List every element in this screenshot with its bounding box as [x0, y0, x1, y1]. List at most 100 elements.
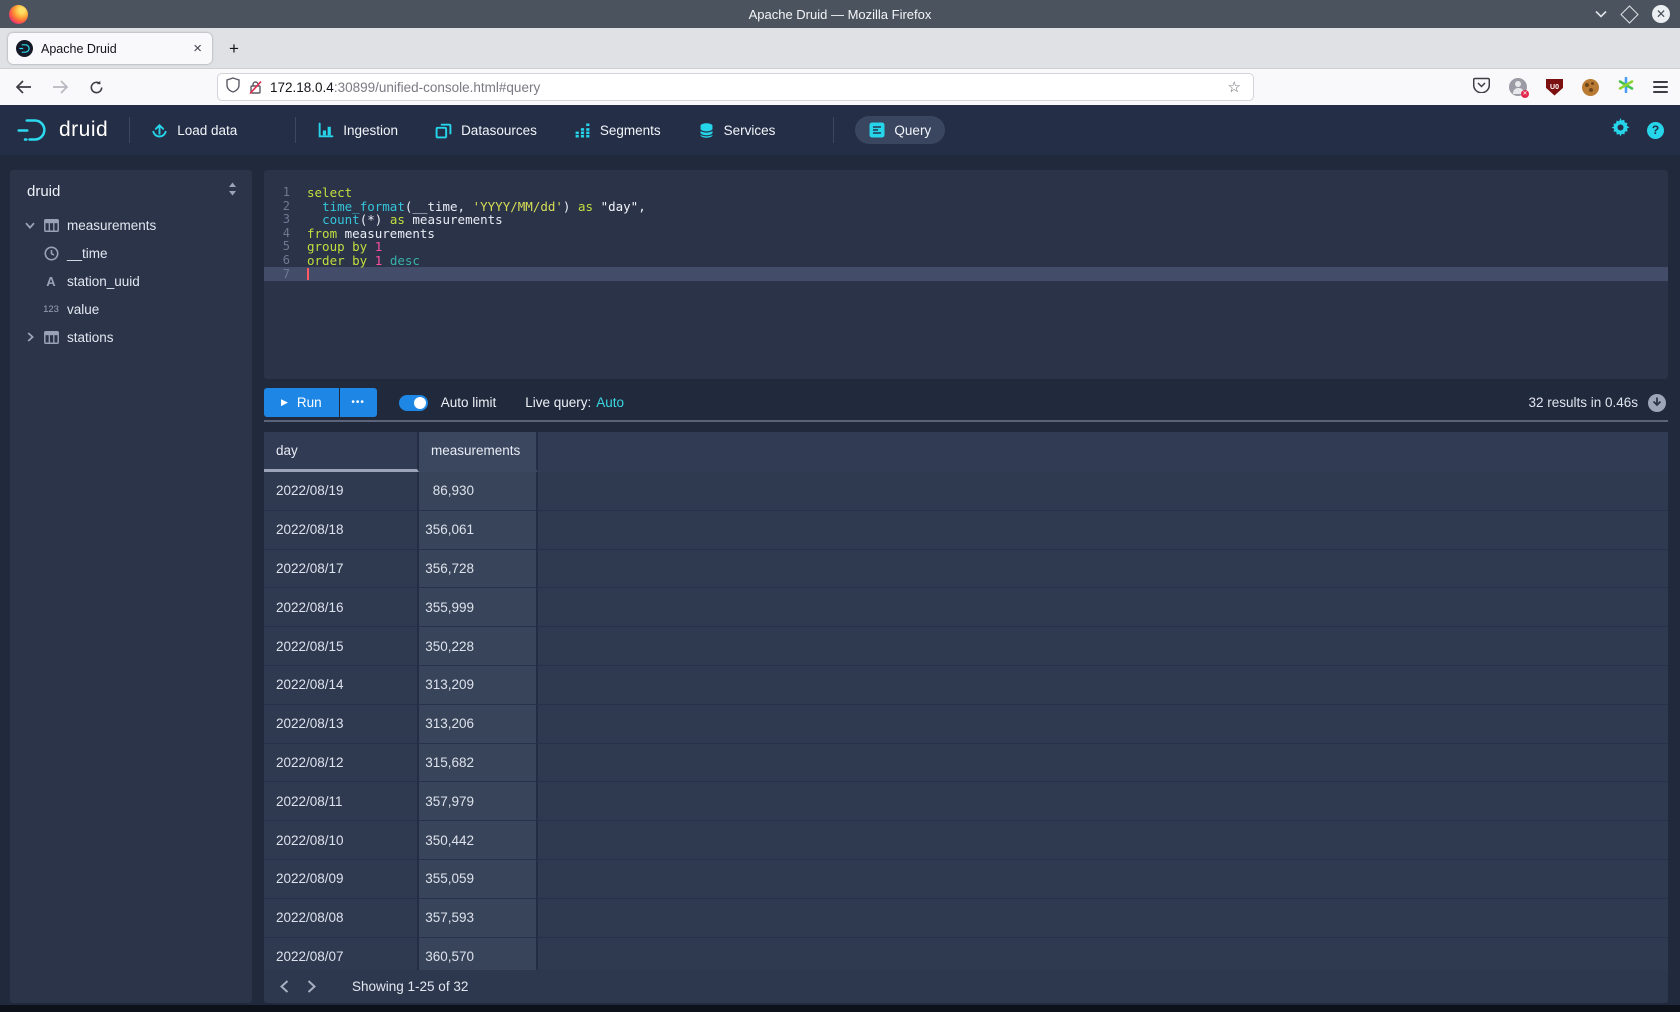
window-title: Apache Druid — Mozilla Firefox — [0, 7, 1680, 22]
back-button[interactable] — [9, 73, 37, 101]
column-header-measurements[interactable]: measurements — [419, 432, 538, 472]
cell-measurements[interactable]: 313,206 — [419, 705, 538, 744]
settings-gear-icon[interactable] — [1611, 118, 1630, 142]
schema-item-measurements[interactable]: measurements — [10, 211, 252, 239]
nav-item-datasources[interactable]: Datasources — [435, 122, 537, 139]
window-close-icon[interactable]: ✕ — [1652, 5, 1670, 23]
tab-close-icon[interactable]: × — [191, 41, 204, 56]
help-icon[interactable]: ? — [1647, 122, 1664, 139]
insecure-lock-icon[interactable] — [249, 80, 262, 95]
cell-day[interactable]: 2022/08/07 — [264, 938, 419, 970]
nav-item-label: Ingestion — [343, 123, 398, 138]
cell-day[interactable]: 2022/08/11 — [264, 782, 419, 821]
divider[interactable] — [264, 420, 1668, 422]
cookie-extension-icon[interactable] — [1582, 79, 1599, 96]
auto-limit-toggle[interactable] — [399, 395, 428, 411]
table-row[interactable]: 2022/08/1986,930 — [264, 472, 1668, 511]
cell-measurements[interactable]: 356,061 — [419, 511, 538, 550]
run-more-button[interactable]: ••• — [340, 388, 377, 417]
nav-item-load-data[interactable]: Load data — [151, 122, 237, 139]
cell-measurements[interactable]: 350,442 — [419, 821, 538, 860]
table-row[interactable]: 2022/08/12315,682 — [264, 744, 1668, 783]
cell-day[interactable]: 2022/08/12 — [264, 744, 419, 783]
cell-measurements[interactable]: 315,682 — [419, 744, 538, 783]
next-page-icon[interactable] — [298, 980, 325, 993]
download-icon[interactable] — [1648, 394, 1666, 412]
run-button[interactable]: ▶ Run — [264, 388, 339, 417]
cell-day[interactable]: 2022/08/18 — [264, 511, 419, 550]
cell-day[interactable]: 2022/08/15 — [264, 627, 419, 666]
schema-item-station_uuid[interactable]: Astation_uuid — [10, 267, 252, 295]
cell-day[interactable]: 2022/08/16 — [264, 588, 419, 627]
cell-measurements[interactable]: 355,059 — [419, 860, 538, 899]
sort-icon[interactable] — [227, 182, 238, 201]
cell-day[interactable]: 2022/08/17 — [264, 550, 419, 589]
asterisk-extension-icon[interactable] — [1618, 77, 1634, 98]
code-line-4: from measurements — [307, 227, 646, 241]
cell-measurements[interactable]: 356,728 — [419, 550, 538, 589]
row-filler — [538, 666, 1668, 705]
table-row[interactable]: 2022/08/18356,061 — [264, 511, 1668, 550]
reload-button[interactable] — [82, 73, 110, 101]
cell-day[interactable]: 2022/08/10 — [264, 821, 419, 860]
schema-item-value[interactable]: 123value — [10, 295, 252, 323]
cell-measurements[interactable]: 357,593 — [419, 899, 538, 938]
table-row[interactable]: 2022/08/17356,728 — [264, 550, 1668, 589]
column-header-day[interactable]: day — [264, 432, 419, 472]
sql-editor[interactable]: 1234567 select time_format(__time, 'YYYY… — [264, 170, 1668, 379]
table-row[interactable]: 2022/08/16355,999 — [264, 588, 1668, 627]
druid-logo[interactable]: druid — [16, 117, 108, 143]
chevron-down-icon[interactable] — [20, 222, 40, 229]
code-line-1: select — [307, 186, 646, 200]
cell-measurements[interactable]: 86,930 — [419, 472, 538, 511]
cell-measurements[interactable]: 360,570 — [419, 938, 538, 970]
nav-item-services[interactable]: Services — [698, 122, 776, 139]
cell-measurements[interactable]: 350,228 — [419, 627, 538, 666]
new-tab-button[interactable]: + — [222, 37, 246, 61]
previous-page-icon[interactable] — [271, 980, 298, 993]
auto-limit-label: Auto limit — [441, 395, 497, 410]
row-filler — [538, 821, 1668, 860]
table-row[interactable]: 2022/08/15350,228 — [264, 627, 1668, 666]
cell-day[interactable]: 2022/08/09 — [264, 860, 419, 899]
browser-tab[interactable]: Apache Druid × — [8, 33, 212, 64]
nav-item-ingestion[interactable]: Ingestion — [317, 122, 398, 139]
cell-measurements[interactable]: 355,999 — [419, 588, 538, 627]
window-minimize-icon[interactable] — [1595, 10, 1607, 18]
live-query-value[interactable]: Auto — [596, 395, 624, 410]
tab-bar: Apache Druid × + — [0, 28, 1680, 69]
ingestion-icon — [317, 122, 334, 139]
browser-toolbar: 172.18.0.4:30899/unified-console.html#qu… — [0, 69, 1680, 106]
table-row[interactable]: 2022/08/11357,979 — [264, 782, 1668, 821]
row-filler — [538, 511, 1668, 550]
menu-icon[interactable] — [1653, 81, 1668, 93]
schema-item-time[interactable]: __time — [10, 239, 252, 267]
tracking-shield-icon[interactable] — [226, 77, 240, 98]
table-row[interactable]: 2022/08/13313,206 — [264, 705, 1668, 744]
chevron-right-icon[interactable] — [20, 332, 40, 342]
account-extension-icon[interactable]: ✕ — [1509, 78, 1527, 96]
cell-measurements[interactable]: 357,979 — [419, 782, 538, 821]
sql-code[interactable]: select time_format(__time, 'YYYY/MM/dd')… — [307, 186, 646, 281]
table-row[interactable]: 2022/08/14313,209 — [264, 666, 1668, 705]
cell-day[interactable]: 2022/08/13 — [264, 705, 419, 744]
forward-button[interactable] — [46, 73, 74, 101]
window-maximize-icon[interactable] — [1620, 5, 1638, 23]
nav-item-query[interactable]: Query — [855, 116, 945, 144]
schema-item-stations[interactable]: stations — [10, 323, 252, 351]
table-row[interactable]: 2022/08/08357,593 — [264, 899, 1668, 938]
cell-day[interactable]: 2022/08/19 — [264, 472, 419, 511]
cell-measurements[interactable]: 313,209 — [419, 666, 538, 705]
bookmark-star-icon[interactable]: ☆ — [1224, 78, 1245, 96]
pocket-icon[interactable] — [1473, 77, 1490, 98]
table-row[interactable]: 2022/08/10350,442 — [264, 821, 1668, 860]
ublock-origin-icon[interactable]: U0 — [1546, 79, 1563, 96]
cell-day[interactable]: 2022/08/08 — [264, 899, 419, 938]
table-row[interactable]: 2022/08/09355,059 — [264, 860, 1668, 899]
window-bottom-edge — [0, 1005, 1680, 1012]
url-bar[interactable]: 172.18.0.4:30899/unified-console.html#qu… — [217, 73, 1254, 101]
nav-item-segments[interactable]: Segments — [574, 122, 661, 139]
code-line-6: order by 1 desc — [307, 254, 646, 268]
table-row[interactable]: 2022/08/07360,570 — [264, 938, 1668, 970]
cell-day[interactable]: 2022/08/14 — [264, 666, 419, 705]
